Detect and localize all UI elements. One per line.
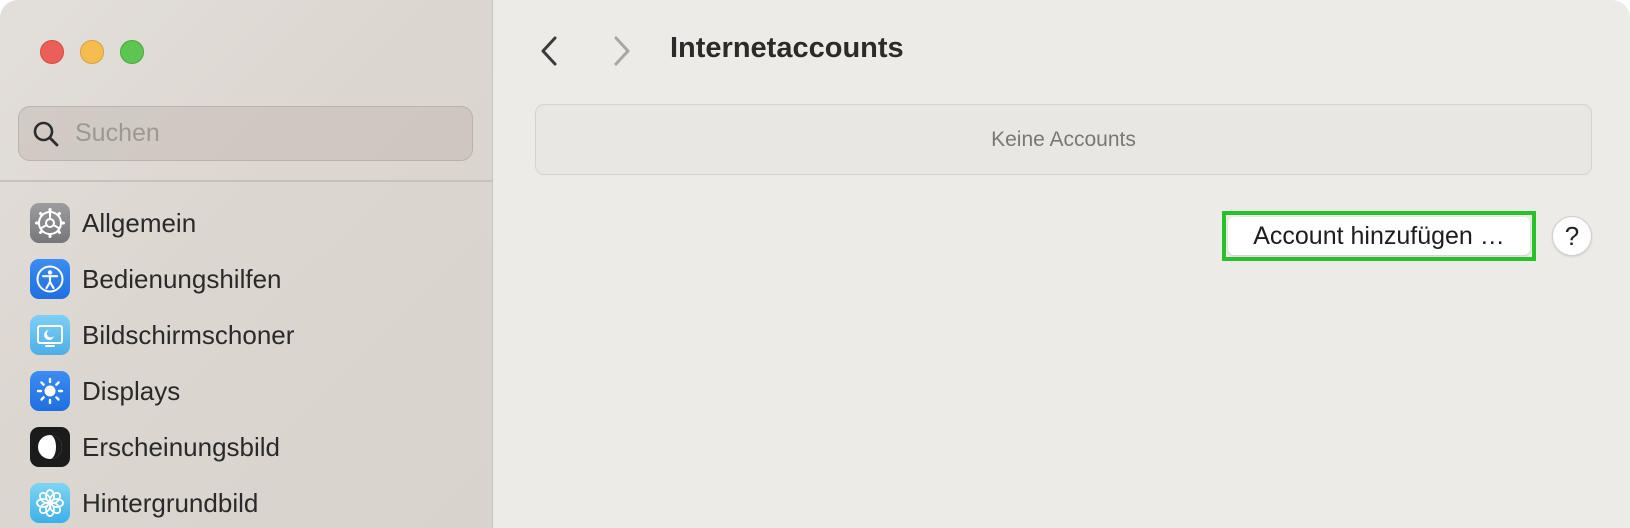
forward-button[interactable] bbox=[603, 32, 639, 70]
add-account-button[interactable]: Account hinzufügen … bbox=[1222, 211, 1536, 261]
sidebar-item-bildschirmschoner[interactable]: Bildschirmschoner bbox=[30, 307, 294, 363]
sidebar-list: Allgemein Bedienungshilfen Bildschirmsch… bbox=[30, 195, 294, 528]
help-button[interactable]: ? bbox=[1552, 216, 1592, 256]
sidebar-item-label: Bedienungshilfen bbox=[82, 263, 282, 294]
sidebar-item-label: Erscheinungsbild bbox=[82, 431, 281, 462]
sidebar-item-hintergrundbild[interactable]: Hintergrundbild bbox=[30, 475, 294, 528]
settings-window: Allgemein Bedienungshilfen bbox=[0, 0, 1630, 528]
search-icon bbox=[31, 119, 61, 149]
brightness-icon bbox=[30, 371, 70, 411]
sidebar: Allgemein Bedienungshilfen bbox=[0, 0, 493, 528]
add-account-label: Account hinzufügen … bbox=[1228, 217, 1530, 255]
minimize-button[interactable] bbox=[80, 40, 104, 64]
search-input[interactable] bbox=[73, 118, 457, 149]
sidebar-item-label: Allgemein bbox=[82, 207, 197, 238]
screensaver-icon bbox=[30, 315, 70, 355]
sidebar-divider bbox=[0, 180, 493, 182]
accessibility-icon bbox=[30, 259, 70, 299]
sidebar-item-displays[interactable]: Displays bbox=[30, 363, 294, 419]
flower-icon bbox=[30, 483, 70, 523]
close-button[interactable] bbox=[40, 40, 64, 64]
sidebar-item-erscheinungsbild[interactable]: Erscheinungsbild bbox=[30, 419, 294, 475]
appearance-icon bbox=[30, 427, 70, 467]
sidebar-item-allgemein[interactable]: Allgemein bbox=[30, 195, 294, 251]
chevron-right-icon bbox=[614, 36, 630, 66]
empty-state-label: Keine Accounts bbox=[991, 127, 1136, 151]
chevron-left-icon bbox=[541, 36, 557, 66]
back-button[interactable] bbox=[532, 32, 568, 70]
zoom-button[interactable] bbox=[120, 40, 144, 64]
sidebar-item-label: Hintergrundbild bbox=[82, 487, 259, 518]
accounts-list: Keine Accounts bbox=[535, 104, 1592, 175]
sidebar-item-label: Bildschirmschoner bbox=[82, 319, 295, 350]
search-field[interactable] bbox=[18, 106, 473, 161]
gear-icon bbox=[30, 203, 70, 243]
sidebar-item-label: Displays bbox=[82, 375, 181, 406]
page-title: Internetaccounts bbox=[670, 32, 904, 64]
sidebar-item-bedienungshilfen[interactable]: Bedienungshilfen bbox=[30, 251, 294, 307]
